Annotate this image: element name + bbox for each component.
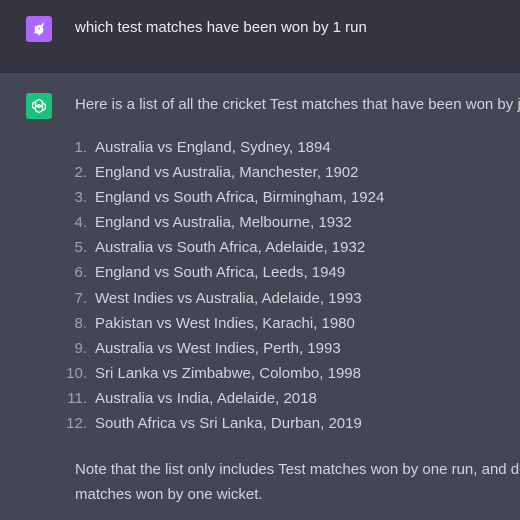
- list-item-number: 8.: [74, 314, 87, 332]
- chat-page: which test matches have been won by 1 ru…: [0, 0, 520, 520]
- assistant-intro-text: Here is a list of all the cricket Test m…: [75, 96, 520, 113]
- assistant-note-line-2: matches won by one wicket.: [75, 486, 263, 503]
- assistant-note-line-1: Note that the list only includes Test ma…: [75, 461, 520, 478]
- list-item-number: 7.: [74, 289, 87, 307]
- list-item-label: Australia vs England, Sydney, 1894: [95, 139, 331, 156]
- list-item-number: 2.: [74, 164, 87, 182]
- list-item-number: 1.: [74, 139, 87, 156]
- list-item-number: 11.: [67, 389, 87, 407]
- assistant-message-row: Here is a list of all the cricket Test m…: [0, 73, 520, 520]
- user-message-row: which test matches have been won by 1 ru…: [0, 0, 520, 73]
- list-item-number: 5.: [74, 239, 87, 257]
- list-item-label: England vs South Africa, Leeds, 1949: [95, 264, 346, 282]
- list-item-number: 9.: [74, 339, 87, 357]
- list-item-number: 6.: [74, 264, 87, 282]
- list-item-label: Australia vs South Africa, Adelaide, 193…: [95, 239, 366, 257]
- list-item-label: England vs Australia, Manchester, 1902: [95, 164, 359, 182]
- list-item-label: Sri Lanka vs Zimbabwe, Colombo, 1998: [95, 364, 361, 382]
- list-item-label: Australia vs West Indies, Perth, 1993: [95, 339, 341, 357]
- openai-logo-icon: [26, 93, 52, 119]
- user-avatar-icon: [26, 16, 52, 42]
- list-item-label: England vs Australia, Melbourne, 1932: [95, 214, 352, 232]
- list-item-number: 4.: [74, 214, 87, 232]
- list-item-label: South Africa vs Sri Lanka, Durban, 2019: [95, 415, 362, 433]
- list-item-label: Australia vs India, Adelaide, 2018: [95, 389, 317, 407]
- user-message-text: which test matches have been won by 1 ru…: [75, 19, 367, 36]
- list-item-label: Pakistan vs West Indies, Karachi, 1980: [95, 314, 355, 332]
- list-item-number: 3.: [74, 189, 87, 207]
- list-item-number: 10.: [66, 364, 87, 382]
- list-item-number: 12.: [66, 415, 87, 433]
- unicorn-icon: [33, 22, 44, 36]
- openai-knot-icon: [32, 98, 46, 114]
- list-item-label: England vs South Africa, Birmingham, 192…: [95, 189, 385, 207]
- list-item-label: West Indies vs Australia, Adelaide, 1993: [95, 289, 362, 307]
